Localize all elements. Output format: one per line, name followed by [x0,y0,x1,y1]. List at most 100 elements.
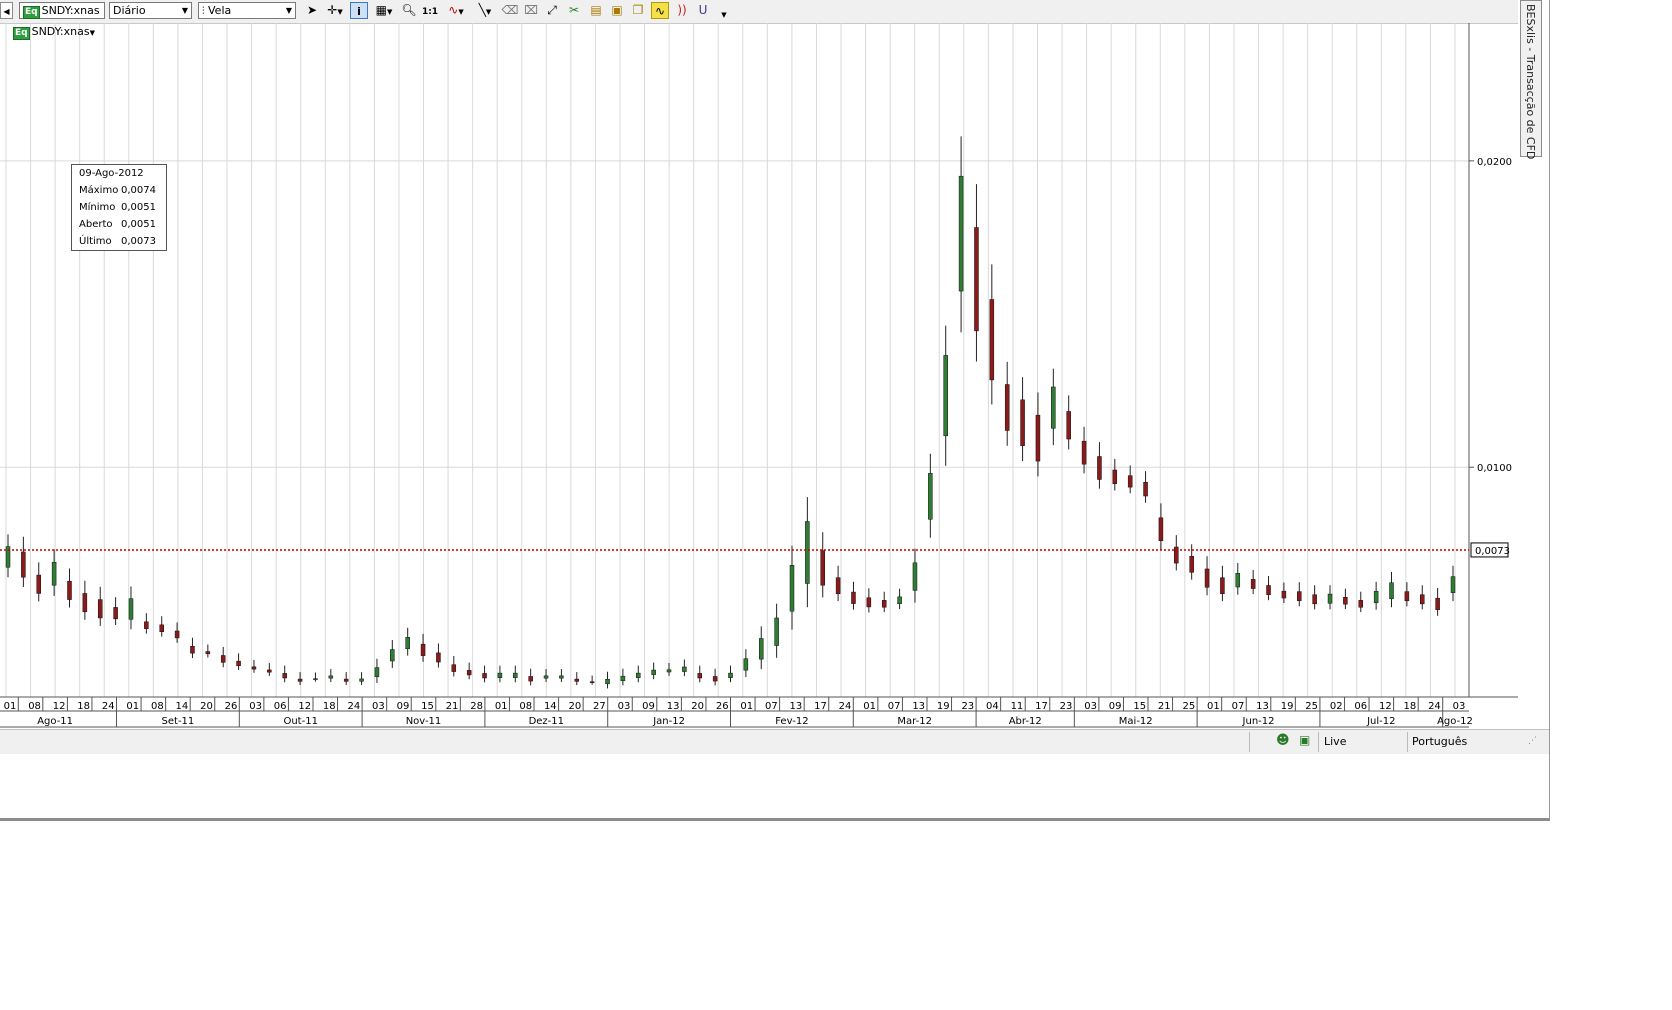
tooltip-label: Aberto [79,219,113,230]
chevron-down-icon: ▼ [285,6,292,15]
x-day-label: 28 [470,701,483,712]
x-day-label: 19 [937,701,950,712]
x-month-label: Dez-11 [529,716,564,727]
x-day-label: 09 [1109,701,1122,712]
tooltip-value: 0,0051 [121,202,156,213]
symbol-input[interactable]: Eq SNDY:xnas [19,2,105,19]
eraser-all-icon: ⌧ [524,3,538,17]
scale-tool-button[interactable]: 1:1 [421,2,439,19]
candle-body [82,593,88,613]
tooltip-label: Máximo [79,185,119,196]
x-day-label: 26 [716,701,729,712]
tooltip-row: Mínimo 0,0051 [79,200,162,216]
candle-body [1051,386,1056,429]
analysis-icon: ∿ [654,4,666,18]
y-tick-label: 0,0200 [1477,157,1512,168]
compare-tool-button[interactable]: ⤢ [543,2,561,19]
scroll-left-button[interactable]: ◀ [0,2,13,19]
candle-body [1204,568,1210,588]
candle-body [928,473,933,520]
x-day-label: 25 [1182,701,1195,712]
x-day-label: 20 [691,701,704,712]
toolbar-overflow-button[interactable]: ▼ [718,9,730,21]
candlestick-icon: ⫶ [202,6,205,17]
x-month-label: Mai-12 [1119,716,1153,727]
x-day-label: 03 [1453,701,1466,712]
candle-body [297,678,303,682]
indicator-tool-button[interactable]: ∿▼ [443,2,469,19]
candle-body [236,660,241,667]
x-day-label: 08 [151,701,164,712]
template-button[interactable]: ▤ [587,2,605,19]
chevron-down-icon: ▼ [181,6,188,15]
windows-icon: ❐ [632,3,644,17]
candle-body [1066,411,1071,440]
candle-body [589,681,595,683]
x-day-label: 24 [102,701,115,712]
candle-body [943,355,948,437]
delete-drawings-button[interactable]: ⌧ [522,2,540,19]
layout-button[interactable]: ▣ [608,2,626,19]
candle-body [1435,597,1440,610]
chart-type-value: Vela [208,4,232,17]
candle-body [436,652,441,663]
crosshair-icon: ✛ [327,3,338,17]
candle-body [359,678,364,682]
magnet-button[interactable]: U [694,2,712,19]
tools-button[interactable]: ✂ [565,2,583,19]
candle-body [620,675,626,682]
chart-type-select[interactable]: ⫶ Vela ▼ [198,2,296,19]
status-bar: ☻ ▣ Live Português ⋰ [0,729,1549,754]
price-chart[interactable]: 0,0200 0,0100 0,0073 01 08 12 18 24 01 08 14 20 26… [0,23,1518,729]
pointer-tool-button[interactable]: ➤ [303,2,321,19]
candle-body [636,672,641,678]
x-day-label: 24 [1428,701,1441,712]
x-day-label: 03 [1084,701,1097,712]
grid-tool-button[interactable]: ▦▼ [372,2,396,19]
user-icon[interactable]: ☻ [1276,733,1290,748]
candle-body [1373,591,1379,604]
lock-icon[interactable]: ▣ [1299,733,1310,747]
candle-body [1327,593,1333,604]
tooltip-row: Aberto 0,0051 [79,217,162,233]
candle-body [21,551,26,578]
candle-body [974,227,979,332]
tooltip-value: 0,0073 [121,236,156,247]
signal-button[interactable]: )) [673,2,691,19]
line-tool-button[interactable]: ╲▼ [472,2,498,19]
candle-body [1235,572,1241,588]
windows-button[interactable]: ❐ [629,2,647,19]
side-panel-tab[interactable]: BESxlis - Transacção de CFD [1520,0,1542,159]
y-tick-label: 0,0100 [1477,463,1512,474]
tooltip-label: Mínimo [79,202,116,213]
candle-body [482,673,487,679]
candle-body [374,667,380,678]
candle-body [989,299,995,381]
candle-body [313,678,318,680]
chart-symbol-text: SNDY:xnas [31,25,90,38]
resize-grip-icon[interactable]: ⋰ [1528,736,1537,746]
candle-body [513,672,518,678]
equity-icon: Eq [13,27,30,40]
x-day-label: 01 [1207,701,1220,712]
x-day-label: 26 [225,701,238,712]
x-day-label: 20 [200,701,213,712]
x-day-label: 17 [1035,701,1048,712]
info-tool-button[interactable]: ⅰ [350,2,368,19]
candle-body [1189,555,1194,573]
candle-body [67,580,72,600]
candle-body [466,670,472,676]
eraser-tool-button[interactable]: ⌫ [501,2,519,19]
candle-body [1097,456,1102,480]
crosshair-tool-button[interactable]: ✛▼ [323,2,347,19]
candle-body [1450,576,1456,593]
analysis-button[interactable]: ∿ [651,2,669,19]
period-select[interactable]: Diário ▼ [109,2,192,19]
x-day-label: 27 [593,701,606,712]
candle-body [51,561,57,586]
x-month-label: Set-11 [162,716,195,727]
chart-symbol-label[interactable]: Eq SNDY:xnas▼ [13,25,95,40]
tooltip-value: 0,0051 [121,219,156,230]
chevron-down-icon: ▼ [721,11,727,19]
zoom-tool-button[interactable]: 🔍︎ [400,2,418,19]
